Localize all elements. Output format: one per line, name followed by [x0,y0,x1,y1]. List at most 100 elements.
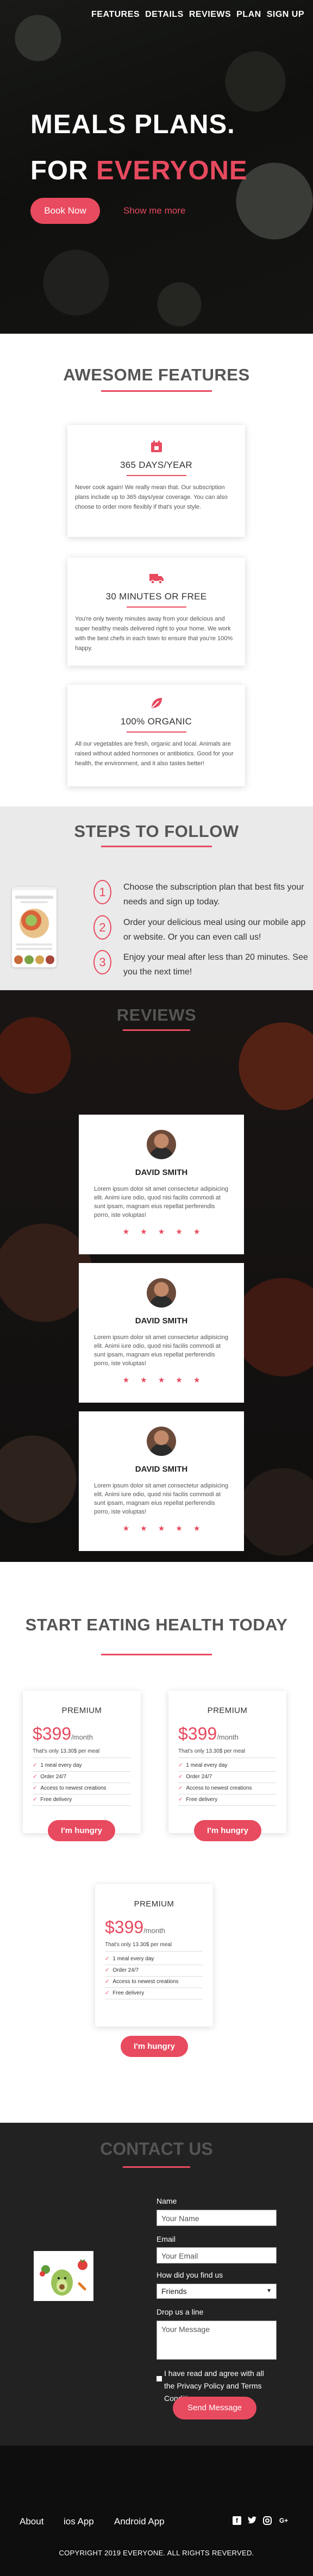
nav-reviews[interactable]: REVIEWS [189,10,231,20]
feature-text: All our vegetables are fresh, organic an… [75,741,234,767]
features-title-underline [101,390,212,392]
find-us-select[interactable]: Friends ▼ [156,2284,277,2299]
feature-title: 100% ORGANIC [120,716,192,727]
star-icon: ★ [140,1227,147,1236]
star-icon: ★ [158,1524,165,1533]
step-text: Order your delicious meal using our mobi… [123,918,306,942]
review-card: DAVID SMITH Lorem ipsum dolor sit amet c… [79,1115,244,1254]
plan-feature-label: Access to newest creations [186,1785,252,1791]
im-hungry-button[interactable]: I'm hungry [194,1820,261,1841]
star-icon: ★ [193,1375,201,1384]
review-card: DAVID SMITH Lorem ipsum dolor sit amet c… [79,1263,244,1403]
chevron-down-icon: ▼ [266,2288,272,2294]
checkmark-icon: ✓ [178,1797,183,1803]
twitter-icon[interactable] [248,2516,256,2525]
step-number: 2 [93,915,111,940]
im-hungry-button[interactable]: I'm hungry [121,2036,188,2057]
plan-feature-label: Access to newest creations [112,1979,179,1985]
pricing-card: PREMIUM $399/month That's only 13.30$ pe… [168,1691,286,1833]
plan-feature: ✓ Free delivery [33,1795,130,1806]
plan-feature-label: Order 24/7 [186,1774,212,1780]
plan-price-period: /month [217,1733,239,1741]
avatar [147,1130,176,1159]
review-text: Lorem ipsum dolor sit amet consectetur a… [94,1483,229,1515]
plan-feature: ✓ Access to newest creations [33,1783,130,1795]
nav-features[interactable]: FEATURES [91,10,140,20]
checkmark-icon: ✓ [178,1774,183,1780]
message-label: Drop us a line [156,2308,204,2316]
plan-per-meal: That's only 13.30$ per meal [178,1748,276,1758]
star-icon: ★ [193,1227,201,1236]
name-field[interactable]: Your Name [156,2210,277,2226]
star-icon: ★ [176,1375,183,1384]
hero-title-accent: EVERYONE [96,156,248,185]
hero-title-prefix: FOR [30,156,97,185]
star-icon: ★ [158,1227,165,1236]
step-number: 3 [93,950,111,974]
nav-plan[interactable]: PLAN [236,10,261,20]
plan-name: PREMIUM [134,1899,174,1909]
checkmark-icon: ✓ [105,1967,110,1973]
plan-feature: ✓ Access to newest creations [178,1783,276,1795]
facebook-icon[interactable]: f [233,2516,241,2525]
plan-price-period: /month [71,1733,93,1741]
checkmark-icon: ✓ [33,1774,37,1780]
plan-features: ✓ 1 meal every day ✓ Order 24/7 ✓ Access to… [178,1760,286,1806]
footer-link-android-app[interactable]: Android App [114,2516,165,2527]
rating-stars: ★ ★ ★ ★ ★ [79,1227,244,1236]
feature-text: Never cook again! We really mean that. O… [75,484,228,510]
plan-feature: ✓ Order 24/7 [178,1772,276,1783]
email-label: Email [156,2235,176,2243]
google-plus-icon[interactable]: G+ [278,2516,289,2525]
nav-details[interactable]: DETAILS [145,10,184,20]
im-hungry-button[interactable]: I'm hungry [48,1820,115,1841]
features-title: AWESOME FEATURES [63,365,250,384]
review-author: DAVID SMITH [135,1168,188,1177]
book-now-button[interactable]: Book Now [30,198,100,224]
plan-feature-label: 1 meal every day [186,1762,228,1768]
star-icon: ★ [176,1227,183,1236]
find-us-label: How did you find us [156,2271,223,2279]
agree-checkbox[interactable] [156,2376,162,2381]
step-item: 2 Order your delicious meal using our mo… [93,915,308,945]
footer-link-ios-app[interactable]: ios App [64,2516,94,2527]
steps-title: STEPS TO FOLLOW [74,822,239,841]
review-text: Lorem ipsum dolor sit amet consectetur a… [94,1186,229,1218]
nav-sign-up[interactable]: SIGN UP [267,10,304,20]
send-message-button[interactable]: Send Message [173,2397,256,2419]
plan-feature: ✓ Free delivery [178,1795,276,1806]
reviews-title-underline [123,1029,190,1031]
feature-card: 365 DAYS/YEAR Never cook again! We reall… [67,425,245,537]
review-author: DAVID SMITH [135,1465,188,1474]
instagram-icon[interactable] [263,2516,272,2525]
steps-section: STEPS TO FOLLOW 1 Choose the subscriptio… [0,806,313,990]
calendar-icon [149,439,164,454]
rating-stars: ★ ★ ★ ★ ★ [79,1375,244,1385]
plan-price-period: /month [143,1927,165,1935]
pricing-title: START EATING HEALTH TODAY [25,1615,288,1634]
plan-feature-label: Free delivery [40,1797,72,1803]
contact-section: CONTACT US Name Your Name Email Your Ema… [0,2123,313,2446]
checkmark-icon: ✓ [33,1762,37,1768]
plan-feature-label: Free delivery [112,1990,145,1996]
show-more-link[interactable]: Show me more [123,205,185,216]
footer-link-about[interactable]: About [20,2516,43,2527]
plan-price: $399/month [33,1724,141,1744]
checkmark-icon: ✓ [33,1785,37,1791]
plan-price: $399/month [105,1917,213,1937]
plan-feature: ✓ 1 meal every day [105,1954,203,1965]
step-item: 1 Choose the subscription plan that best… [93,880,308,909]
plan-feature: ✓ 1 meal every day [178,1760,276,1772]
message-field[interactable]: Your Message [156,2321,277,2360]
review-author: DAVID SMITH [135,1316,188,1325]
step-item: 3 Enjoy your meal after less than 20 min… [93,950,308,979]
plan-feature-label: 1 meal every day [40,1762,82,1768]
contact-title: CONTACT US [100,2139,213,2159]
footer: About ios App Android App f G+ COPYRIGHT… [0,2446,313,2576]
email-field[interactable]: Your Email [156,2247,277,2264]
plan-feature-label: Order 24/7 [40,1774,67,1780]
plan-feature: ✓ Access to newest creations [105,1977,203,1988]
step-text: Enjoy your meal after less than 20 minut… [123,953,308,977]
plan-features: ✓ 1 meal every day ✓ Order 24/7 ✓ Access to… [105,1954,213,1999]
review-card: DAVID SMITH Lorem ipsum dolor sit amet c… [79,1411,244,1551]
